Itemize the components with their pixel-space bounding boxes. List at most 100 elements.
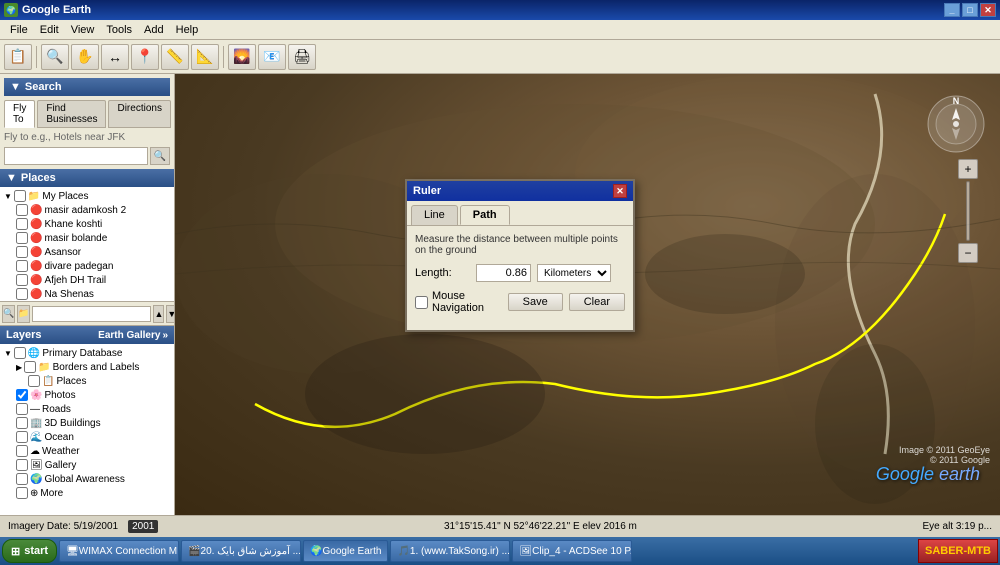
zoom-slider[interactable]: [966, 181, 970, 241]
layer-checkbox[interactable]: [16, 403, 28, 415]
toolbar-btn-9[interactable]: 📧: [258, 44, 286, 70]
start-button[interactable]: ⊞ start: [2, 539, 57, 563]
list-item[interactable]: 🔴 masir adamkosh 2: [14, 203, 172, 217]
my-places-checkbox[interactable]: [14, 190, 26, 202]
layer-checkbox[interactable]: [24, 361, 36, 373]
navigation-controls[interactable]: N: [926, 94, 986, 154]
search-go-button[interactable]: 🔍: [150, 147, 170, 165]
layer-more[interactable]: ⊕ More: [14, 486, 172, 500]
item-checkbox[interactable]: [16, 288, 28, 300]
length-input[interactable]: [476, 264, 531, 282]
list-item[interactable]: 🔴 divare padegan: [14, 259, 172, 273]
item-label: divare padegan: [44, 261, 170, 272]
expand-icon: ▼: [4, 192, 12, 201]
layer-checkbox[interactable]: [16, 473, 28, 485]
toolbar-btn-5[interactable]: 📍: [131, 44, 159, 70]
layer-primary-db[interactable]: ▼ 🌐 Primary Database: [2, 346, 172, 360]
menu-edit[interactable]: Edit: [34, 22, 65, 38]
menu-add[interactable]: Add: [138, 22, 170, 38]
mouse-nav-row: Mouse Navigation Save Clear: [415, 290, 625, 314]
save-button[interactable]: Save: [508, 293, 563, 311]
minimize-button[interactable]: _: [944, 3, 960, 17]
layer-checkbox[interactable]: [16, 445, 28, 457]
taskbar-icon-3: 🎵: [397, 546, 409, 557]
taskbar-item-1[interactable]: 🎬 20. آموزش شاق بایک ...: [181, 540, 301, 562]
menu-tools[interactable]: Tools: [100, 22, 138, 38]
search-input[interactable]: [4, 147, 148, 165]
toolbar-btn-2[interactable]: 🔍: [41, 44, 69, 70]
earth-gallery-label: Earth Gallery: [98, 330, 160, 341]
mouse-navigation-checkbox[interactable]: [415, 296, 428, 309]
ruler-path-tab[interactable]: Path: [460, 205, 510, 225]
tab-fly-to[interactable]: Fly To: [4, 100, 35, 128]
list-item[interactable]: 🔴 Afjeh DH Trail: [14, 273, 172, 287]
toolbar-btn-8[interactable]: 🌄: [228, 44, 256, 70]
places-header[interactable]: ▼ Places: [0, 169, 174, 187]
toolbar-btn-7[interactable]: 📐: [191, 44, 219, 70]
item-checkbox[interactable]: [16, 274, 28, 286]
zoom-out-button[interactable]: −: [958, 243, 978, 263]
layer-checkbox[interactable]: [14, 347, 26, 359]
map-area[interactable]: N + − Image © 2011 GeoEye © 2011 Google: [175, 74, 1000, 515]
close-button[interactable]: ✕: [980, 3, 996, 17]
layer-checkbox[interactable]: [16, 487, 28, 499]
maximize-button[interactable]: □: [962, 3, 978, 17]
menu-help[interactable]: Help: [170, 22, 205, 38]
taskbar-item-2[interactable]: 🌍 Google Earth: [303, 540, 388, 562]
layer-checkbox[interactable]: [28, 375, 40, 387]
taskbar-icon-0: 🖥: [66, 546, 79, 557]
item-checkbox[interactable]: [16, 260, 28, 272]
tab-find-businesses[interactable]: Find Businesses: [37, 100, 106, 128]
places-up-btn[interactable]: ▲: [153, 305, 164, 323]
tab-directions[interactable]: Directions: [108, 100, 170, 128]
layer-3d-buildings[interactable]: 🏢 3D Buildings: [14, 416, 172, 430]
layers-header[interactable]: Layers Earth Gallery »: [0, 326, 174, 344]
places-add-btn[interactable]: 🔍: [2, 305, 15, 323]
layer-checkbox[interactable]: [16, 417, 28, 429]
item-checkbox[interactable]: [16, 204, 28, 216]
toolbar-btn-3[interactable]: ✋: [71, 44, 99, 70]
list-item[interactable]: 🔴 masir bolande: [14, 231, 172, 245]
list-item[interactable]: 🔴 Asansor: [14, 245, 172, 259]
places-down-btn[interactable]: ▼: [166, 305, 174, 323]
menu-view[interactable]: View: [65, 22, 101, 38]
layer-places[interactable]: 📋 Places: [26, 374, 172, 388]
taskbar-item-3[interactable]: 🎵 1. (www.TakSong.ir) ...: [390, 540, 510, 562]
toolbar-btn-4[interactable]: ↔: [101, 44, 129, 70]
toolbar-btn-1[interactable]: 📋: [4, 44, 32, 70]
expand-icon: ▶: [16, 363, 22, 372]
layer-global-awareness[interactable]: 🌍 Global Awareness: [14, 472, 172, 486]
layer-checkbox[interactable]: [16, 459, 28, 471]
ruler-line-tab[interactable]: Line: [411, 205, 458, 225]
layer-checkbox[interactable]: [16, 431, 28, 443]
toolbar-btn-6[interactable]: 📏: [161, 44, 189, 70]
layer-roads[interactable]: — Roads: [14, 402, 172, 416]
places-my-places[interactable]: ▼ 📁 My Places: [2, 189, 172, 203]
dialog-close-button[interactable]: ✕: [613, 184, 627, 198]
layer-borders[interactable]: ▶ 📁 Borders and Labels: [14, 360, 172, 374]
taskbar-item-0[interactable]: 🖥 WIMAX Connection M...: [59, 540, 179, 562]
list-item[interactable]: 🔴 Na Shenas: [14, 287, 172, 301]
taskbar-item-4[interactable]: 🖼 Clip_4 - ACDSee 10 P...: [512, 540, 632, 562]
layer-icon: 🖼: [30, 460, 43, 471]
item-checkbox[interactable]: [16, 218, 28, 230]
item-label: Na Shenas: [44, 289, 170, 300]
places-folder-btn[interactable]: 📁: [17, 305, 30, 323]
layer-checkbox[interactable]: [16, 389, 28, 401]
list-item[interactable]: 🔴 Khane koshti: [14, 217, 172, 231]
layer-weather[interactable]: ☁ Weather: [14, 444, 172, 458]
item-checkbox[interactable]: [16, 246, 28, 258]
layer-ocean[interactable]: 🌊 Ocean: [14, 430, 172, 444]
layer-gallery[interactable]: 🖼 Gallery: [14, 458, 172, 472]
item-checkbox[interactable]: [16, 232, 28, 244]
unit-select[interactable]: Kilometers Miles Meters Feet: [537, 264, 611, 282]
clear-button[interactable]: Clear: [569, 293, 625, 311]
toolbar-btn-10[interactable]: 🖨: [288, 44, 316, 70]
earth-gallery-icon[interactable]: »: [162, 330, 168, 341]
search-header[interactable]: ▼ Search: [4, 78, 170, 96]
taskbar-icon-2: 🌍: [310, 546, 322, 557]
zoom-in-button[interactable]: +: [958, 159, 978, 179]
layer-photos[interactable]: 🌸 Photos: [14, 388, 172, 402]
places-search-input[interactable]: [32, 306, 151, 322]
menu-file[interactable]: File: [4, 22, 34, 38]
